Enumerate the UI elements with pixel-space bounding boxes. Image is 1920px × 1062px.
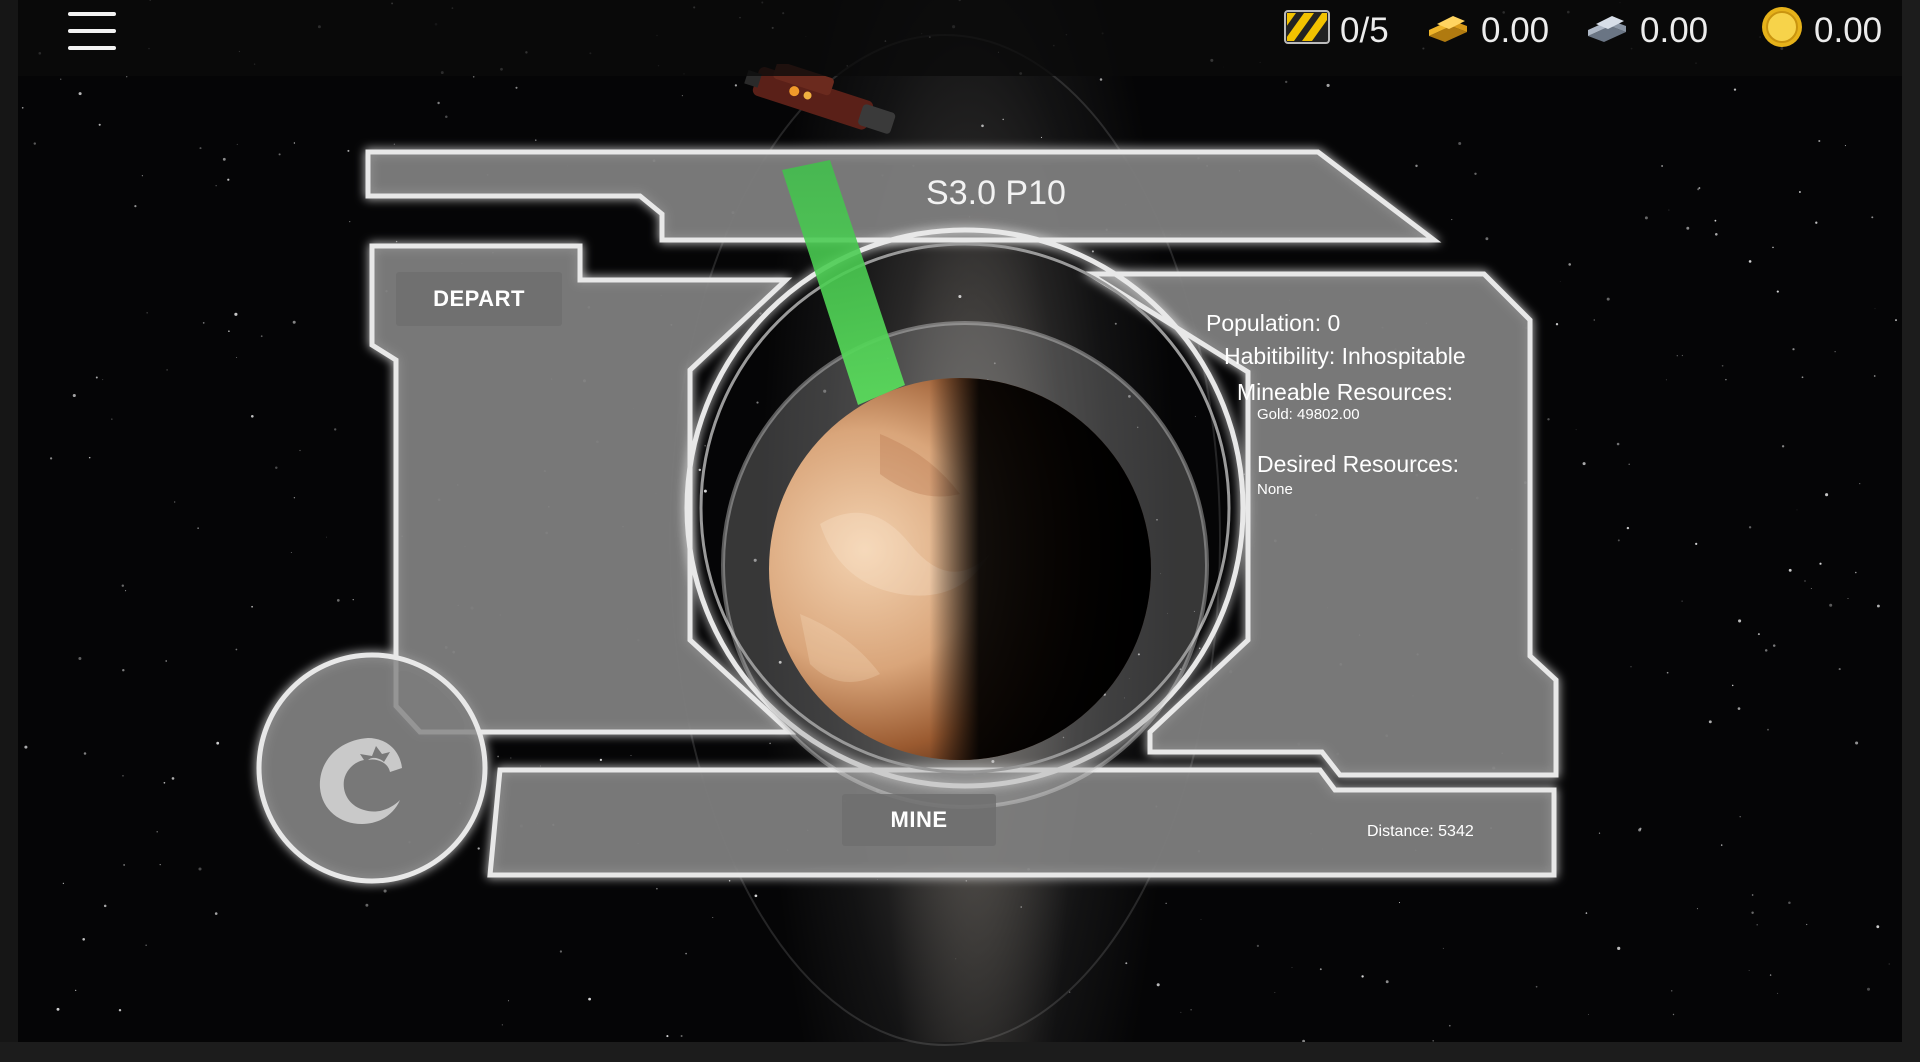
hamburger-menu-icon[interactable] [66,12,118,50]
planet-name: S3.0 P10 [926,174,1066,212]
depart-button[interactable]: DEPART [396,272,562,326]
mineable-resource-item: Gold: 49802.00 [1257,406,1360,423]
population-text: Population: 0 [1206,310,1341,336]
game-screen: 0/5 0.00 0.00 0.00 S3.0 P10 DEPART MINE … [0,0,1920,1062]
mine-button[interactable]: MINE [842,794,996,846]
gold-bars-icon [1425,10,1471,53]
desired-resources-heading: Desired Resources: [1257,451,1459,477]
faction-emblem-icon [319,738,402,824]
gold-coin-icon [1760,5,1804,58]
top-bar: 0/5 0.00 0.00 0.00 [18,0,1902,76]
cargo-value: 0/5 [1340,11,1389,50]
gold-value: 0.00 [1481,11,1550,50]
planet [769,378,1151,760]
cargo-hazard-icon [1284,9,1330,53]
gold-counter: 0.00 [1425,8,1549,54]
silver-counter: 0.00 [1584,8,1708,54]
desired-resource-item: None [1257,481,1293,498]
habitability-text: Habitibility: Inhospitable [1224,343,1466,369]
silver-bars-icon [1584,10,1630,53]
credits-value: 0.00 [1814,11,1883,50]
distance-text: Distance: 5342 [1367,823,1474,840]
mining-beam [782,160,905,405]
mineable-resources-heading: Mineable Resources: [1237,379,1454,405]
cargo-counter: 0/5 [1284,8,1389,54]
credits-counter: 0.00 [1760,6,1883,54]
silver-value: 0.00 [1640,11,1709,50]
